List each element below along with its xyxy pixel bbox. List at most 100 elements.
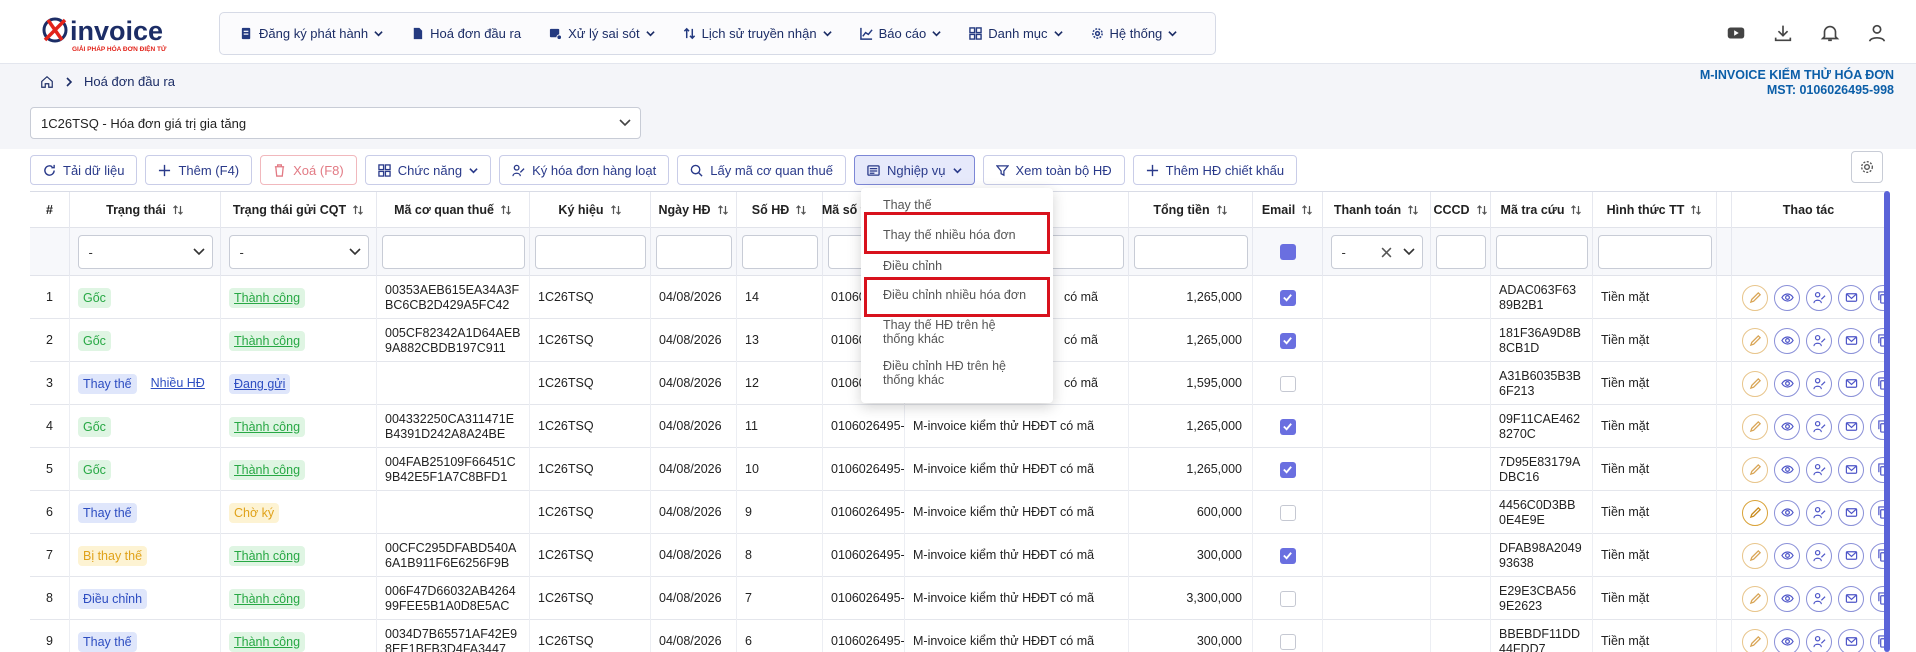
column-header-13[interactable]: Mã tra cứu	[1491, 192, 1593, 228]
sort-icon[interactable]	[1407, 204, 1419, 216]
nav-item-5[interactable]: Danh mục	[969, 26, 1063, 41]
email-checkbox[interactable]	[1279, 547, 1296, 564]
cqt-status-filter-select[interactable]: -	[228, 235, 369, 269]
table-row[interactable]: 8 Điều chỉnh Thành công 006F47D66032AB42649…	[30, 577, 1886, 620]
eye-button[interactable]	[1774, 628, 1800, 652]
column-header-9[interactable]: Tổng tiền	[1129, 192, 1253, 228]
edit-button[interactable]	[1742, 327, 1768, 354]
menu-item-5[interactable]: Điều chỉnh HĐ trên hệ thống khác	[883, 359, 1013, 387]
table-row[interactable]: 6 Thay thế Chờ ký 1C26TSQ 04/08/2026 9 0106026…	[30, 491, 1886, 534]
sort-icon[interactable]	[610, 204, 622, 216]
toolbar-button-0[interactable]: Tải dữ liệu	[30, 155, 138, 185]
sort-icon[interactable]	[1476, 204, 1488, 216]
table-row[interactable]: 7 Bị thay thế Thành công 00CFC295DFABD540A6…	[30, 534, 1886, 577]
filter-input[interactable]	[1435, 235, 1486, 269]
edit-button[interactable]	[1742, 413, 1768, 440]
sort-icon[interactable]	[1690, 204, 1702, 216]
user-icon[interactable]	[1866, 22, 1888, 44]
sort-icon[interactable]	[1301, 204, 1313, 216]
cqt-status-badge[interactable]: Thành công	[229, 459, 306, 480]
cqt-status-badge[interactable]: Thành công	[229, 588, 306, 609]
sign-button[interactable]	[1806, 499, 1832, 526]
vertical-scrollbar[interactable]	[1884, 191, 1890, 652]
sort-icon[interactable]	[172, 204, 184, 216]
sort-icon[interactable]	[717, 204, 729, 216]
toolbar-button-5[interactable]: Lấy mã cơ quan thuế	[677, 155, 846, 185]
cqt-status-badge[interactable]: Thành công	[229, 631, 306, 652]
clear-icon[interactable]	[1381, 247, 1392, 258]
menu-item-4[interactable]: Thay thế HĐ trên hệ thống khác	[883, 318, 1013, 346]
youtube-icon[interactable]	[1725, 22, 1747, 44]
column-header-11[interactable]: Thanh toán	[1323, 192, 1431, 228]
nav-item-6[interactable]: Hệ thống	[1091, 26, 1178, 41]
sign-button[interactable]	[1806, 370, 1832, 397]
sign-button[interactable]	[1806, 628, 1832, 652]
payment-filter-select[interactable]: -	[1330, 235, 1423, 269]
toolbar-button-2[interactable]: Xoá (F8)	[260, 155, 357, 185]
edit-button[interactable]	[1742, 585, 1768, 612]
sort-icon[interactable]	[500, 204, 512, 216]
edit-button[interactable]	[1742, 456, 1768, 483]
column-header-0[interactable]: #	[30, 192, 70, 228]
nav-item-3[interactable]: Lịch sử truyền nhận	[683, 26, 832, 41]
eye-button[interactable]	[1774, 327, 1800, 354]
sign-button[interactable]	[1806, 456, 1832, 483]
sort-icon[interactable]	[1570, 204, 1582, 216]
cqt-status-badge[interactable]: Thành công	[229, 545, 306, 566]
email-checkbox[interactable]	[1279, 590, 1296, 607]
cqt-status-badge[interactable]: Chờ ký	[229, 502, 280, 523]
email-checkbox[interactable]	[1279, 418, 1296, 435]
sort-icon[interactable]	[352, 204, 364, 216]
mail-button[interactable]	[1838, 585, 1864, 612]
column-header-10[interactable]: Email	[1253, 192, 1323, 228]
eye-button[interactable]	[1774, 413, 1800, 440]
toolbar-button-4[interactable]: Ký hóa đơn hàng loạt	[499, 155, 670, 185]
email-checkbox[interactable]	[1279, 504, 1296, 521]
bell-icon[interactable]	[1819, 22, 1841, 44]
filter-input[interactable]	[655, 235, 732, 269]
sign-button[interactable]	[1806, 413, 1832, 440]
toolbar-button-6[interactable]: Nghiệp vụ	[853, 155, 975, 185]
download-icon[interactable]	[1772, 22, 1794, 44]
invoice-type-select[interactable]: 1C26TSQ - Hóa đơn giá trị gia tăng	[30, 107, 641, 139]
eye-button[interactable]	[1774, 456, 1800, 483]
column-header-4[interactable]: Ký hiệu	[530, 192, 651, 228]
eye-button[interactable]	[1774, 542, 1800, 569]
filter-input[interactable]	[1597, 235, 1712, 269]
column-header-12[interactable]: CCCD	[1431, 192, 1491, 228]
home-icon[interactable]	[40, 75, 54, 89]
cqt-status-badge[interactable]: Thành công	[229, 287, 306, 308]
status-filter-select[interactable]: -	[77, 235, 213, 269]
sign-button[interactable]	[1806, 542, 1832, 569]
nav-item-2[interactable]: Xử lý sai sót	[549, 26, 655, 41]
toolbar-button-7[interactable]: Xem toàn bộ HĐ	[982, 155, 1125, 185]
settings-button[interactable]	[1851, 151, 1883, 183]
column-header-14[interactable]: Hình thức TT	[1593, 192, 1717, 228]
nav-item-4[interactable]: Báo cáo	[859, 26, 942, 41]
email-checkbox[interactable]	[1279, 375, 1296, 392]
filter-input[interactable]	[534, 235, 646, 269]
sign-button[interactable]	[1806, 327, 1832, 354]
sort-icon[interactable]	[1216, 204, 1228, 216]
sign-button[interactable]	[1806, 585, 1832, 612]
table-row[interactable]: 9 Thay thế Thành công 0034D7B65571AF42E98EE…	[30, 620, 1886, 652]
edit-button[interactable]	[1742, 499, 1768, 526]
mail-button[interactable]	[1838, 456, 1864, 483]
column-header-2[interactable]: Trạng thái gửi CQT	[221, 192, 377, 228]
edit-button[interactable]	[1742, 284, 1768, 311]
sort-icon[interactable]	[795, 204, 807, 216]
column-header-5[interactable]: Ngày HĐ	[651, 192, 737, 228]
sign-button[interactable]	[1806, 284, 1832, 311]
mail-button[interactable]	[1838, 499, 1864, 526]
menu-item-2[interactable]: Điều chỉnh	[883, 259, 1043, 273]
cqt-status-badge[interactable]: Thành công	[229, 330, 306, 351]
eye-button[interactable]	[1774, 370, 1800, 397]
eye-button[interactable]	[1774, 284, 1800, 311]
email-checkbox[interactable]	[1279, 289, 1296, 306]
filter-input[interactable]	[1133, 235, 1248, 269]
email-checkbox[interactable]	[1279, 332, 1296, 349]
mail-button[interactable]	[1838, 413, 1864, 440]
nav-item-0[interactable]: Đăng ký phát hành	[240, 26, 383, 41]
cqt-status-badge[interactable]: Đang gửi	[229, 373, 291, 394]
multiple-invoice-link[interactable]: Nhiều HĐ	[151, 376, 205, 391]
